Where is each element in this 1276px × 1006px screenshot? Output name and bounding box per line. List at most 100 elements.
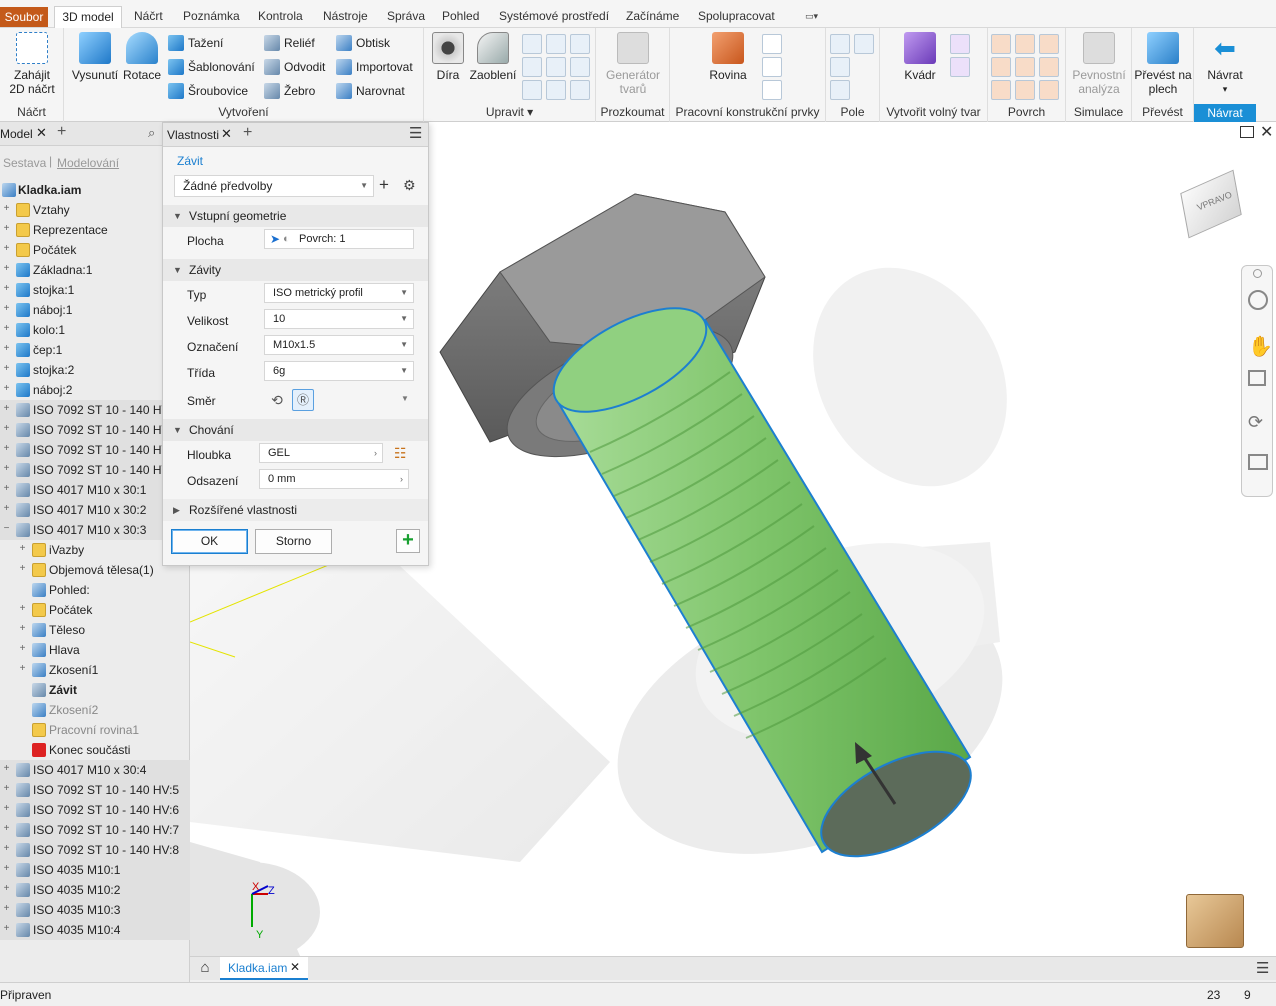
expand-icon[interactable]: +: [2, 824, 11, 834]
expand-icon[interactable]: +: [18, 664, 27, 674]
properties-tab[interactable]: Vlastnosti: [167, 128, 219, 142]
expand-icon[interactable]: +: [2, 404, 11, 414]
look-at-icon[interactable]: [1248, 454, 1268, 470]
hole-button[interactable]: Díra: [430, 32, 466, 82]
menu-tab-nacrt[interactable]: Náčrt: [134, 9, 163, 23]
left-hand-direction-icon[interactable]: ⟲: [266, 389, 288, 411]
restore-window-icon[interactable]: [1240, 126, 1254, 138]
trim-icon[interactable]: [991, 57, 1011, 77]
emboss-button[interactable]: Reliéf: [264, 33, 315, 53]
replace-face-icon[interactable]: [1015, 80, 1035, 100]
app-box-icon[interactable]: [1186, 894, 1244, 948]
expand-icon[interactable]: +: [18, 604, 27, 614]
circ-pattern-icon[interactable]: [830, 57, 850, 77]
expand-icon[interactable]: +: [2, 884, 11, 894]
section-input-geometry[interactable]: ▼ Vstupní geometrie: [163, 205, 428, 227]
thicken-icon[interactable]: [570, 57, 590, 77]
right-hand-direction-icon[interactable]: Ⓡ: [292, 389, 314, 411]
browser-tab-model[interactable]: Model: [0, 127, 33, 141]
expand-icon[interactable]: +: [2, 924, 11, 934]
cancel-button[interactable]: Storno: [255, 529, 332, 554]
properties-menu-icon[interactable]: ☰: [409, 124, 422, 142]
properties-add-tab-icon[interactable]: +: [243, 124, 252, 142]
menu-tab-zaciname[interactable]: Začínáme: [626, 9, 679, 23]
browser-tab-close-icon[interactable]: ✕: [36, 125, 47, 141]
tree-item[interactable]: + ISO 7092 ST 10 - 140 HV:6: [0, 800, 190, 820]
expand-icon[interactable]: +: [2, 264, 11, 274]
face-selector[interactable]: ➤ ◐ Povrch: 1: [264, 229, 414, 249]
expand-icon[interactable]: +: [18, 564, 27, 574]
navbar-close-icon[interactable]: [1253, 269, 1262, 278]
apply-add-button[interactable]: +: [396, 529, 420, 553]
section-advanced[interactable]: ▶ Rozšířené vlastnosti: [163, 499, 428, 521]
expand-icon[interactable]: +: [18, 644, 27, 654]
orbit-icon[interactable]: ⟳: [1248, 412, 1263, 433]
coil-button[interactable]: Šroubovice: [168, 81, 248, 101]
collapse-icon[interactable]: −: [2, 524, 11, 534]
extend-icon[interactable]: [1039, 57, 1059, 77]
extrude-button[interactable]: Vysunutí: [70, 32, 120, 82]
tree-item[interactable]: + Hlava: [0, 640, 190, 660]
expand-icon[interactable]: +: [2, 344, 11, 354]
return-button[interactable]: ⬅ Návrat ▾: [1198, 32, 1252, 96]
sculpt-icon[interactable]: [1015, 34, 1035, 54]
menu-tab-sprava[interactable]: Správa: [387, 9, 425, 23]
size-dropdown[interactable]: 10 ▼: [264, 309, 414, 329]
preset-dropdown[interactable]: Žádné předvolby ▼: [174, 175, 374, 197]
start-2d-sketch-button[interactable]: Zahájit 2D náčrt: [6, 32, 58, 96]
tree-item[interactable]: + ISO 7092 ST 10 - 140 HV:5: [0, 780, 190, 800]
tree-item[interactable]: + Počátek: [0, 600, 190, 620]
zoom-window-icon[interactable]: [1248, 370, 1266, 386]
shape-generator-button[interactable]: Generátor tvarů: [602, 32, 664, 96]
convert-freeform-icon[interactable]: [950, 57, 970, 77]
draft-icon[interactable]: [522, 57, 542, 77]
import-button[interactable]: Importovat: [336, 57, 413, 77]
stress-analysis-button[interactable]: Pevnostní analýza: [1070, 32, 1128, 96]
expand-icon[interactable]: +: [2, 424, 11, 434]
tree-item[interactable]: + ISO 4035 M10:3: [0, 900, 190, 920]
tree-item[interactable]: + Těleso: [0, 620, 190, 640]
rib-button[interactable]: Žebro: [264, 81, 315, 101]
fillet-button[interactable]: Zaoblení: [468, 32, 518, 82]
menu-tab-kontrola[interactable]: Kontrola: [258, 9, 303, 23]
depth-options-icon[interactable]: ☷: [394, 445, 407, 462]
expand-icon[interactable]: +: [2, 904, 11, 914]
expand-icon[interactable]: +: [2, 364, 11, 374]
subtab-modelovani[interactable]: Modelování: [57, 156, 119, 170]
thread-tool-icon[interactable]: [522, 80, 542, 100]
rect-pattern-icon[interactable]: [830, 34, 850, 54]
section-threads[interactable]: ▼ Závity: [163, 259, 428, 281]
document-menu-icon[interactable]: ☰: [1256, 959, 1269, 977]
menu-tab-3d-model[interactable]: 3D model: [54, 6, 122, 28]
stitch-icon[interactable]: [991, 34, 1011, 54]
expand-icon[interactable]: +: [2, 804, 11, 814]
menu-tab-systemove-prostredi[interactable]: Systémové prostředí: [499, 9, 609, 23]
expand-icon[interactable]: +: [2, 464, 11, 474]
designation-dropdown[interactable]: M10x1.5 ▼: [264, 335, 414, 355]
freeform-shapes-icon[interactable]: [950, 34, 970, 54]
section-behavior[interactable]: ▼ Chování: [163, 419, 428, 441]
ribbon-options-icon[interactable]: ▭▾: [805, 11, 827, 23]
expand-icon[interactable]: +: [2, 784, 11, 794]
group-label-upravit[interactable]: Upravit ▾: [424, 105, 595, 119]
axis-icon[interactable]: [762, 34, 782, 54]
type-dropdown[interactable]: ISO metrický profil ▼: [264, 283, 414, 303]
menu-tab-nastroje[interactable]: Nástroje: [323, 9, 368, 23]
plane-button[interactable]: Rovina: [698, 32, 758, 82]
tree-item[interactable]: Zkosení2: [0, 700, 190, 720]
browser-add-tab-icon[interactable]: +: [57, 123, 66, 141]
expand-icon[interactable]: +: [2, 764, 11, 774]
expand-icon[interactable]: +: [2, 244, 11, 254]
boundary-icon[interactable]: [991, 80, 1011, 100]
patch-icon[interactable]: [1039, 34, 1059, 54]
pan-hand-icon[interactable]: ✋: [1248, 334, 1273, 359]
split-icon[interactable]: [570, 34, 590, 54]
box-freeform-button[interactable]: Kvádr: [894, 32, 946, 82]
tree-item[interactable]: Závit: [0, 680, 190, 700]
direction-dropdown-icon[interactable]: ▼: [401, 394, 409, 403]
mirror-icon[interactable]: [854, 34, 874, 54]
preset-settings-icon[interactable]: ⚙: [403, 177, 416, 194]
menu-tab-pohled[interactable]: Pohled: [442, 9, 479, 23]
tree-item[interactable]: + Zkosení1: [0, 660, 190, 680]
sweep-button[interactable]: Tažení: [168, 33, 223, 53]
